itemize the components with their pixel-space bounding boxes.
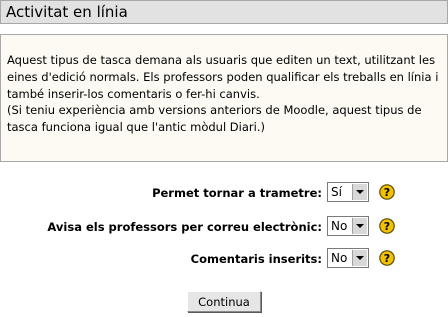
email-teachers-row: Avisa els professors per correu electròn… (0, 216, 448, 238)
email-teachers-select[interactable]: No (327, 216, 369, 236)
description-line: Aquest tipus de tasca demana als usuaris… (7, 53, 436, 67)
resubmit-select-value: Sí (331, 185, 342, 199)
description-paragraph-1: Aquest tipus de tasca demana als usuaris… (7, 52, 438, 103)
page-title: Activitat en línia (6, 3, 128, 21)
help-icon[interactable]: ? (379, 184, 395, 200)
continue-button[interactable]: Continua (187, 291, 261, 312)
resubmit-row: Permet tornar a trametre: Sí ? (0, 182, 448, 204)
email-teachers-label: Avisa els professors per correu electròn… (47, 220, 322, 234)
inline-comments-row: Comentaris inserits: No ? (0, 248, 448, 270)
resubmit-label: Permet tornar a trametre: (152, 186, 322, 200)
svg-text:?: ? (384, 252, 390, 265)
assignment-settings-page: Activitat en línia Aquest tipus de tasca… (0, 0, 448, 317)
chevron-down-icon[interactable] (352, 250, 367, 266)
svg-text:?: ? (384, 220, 390, 233)
description-line: eines d'edició normals. Els professors p… (7, 70, 439, 84)
help-icon[interactable]: ? (379, 250, 395, 266)
inline-comments-select-value: No (331, 251, 348, 265)
description-line: també inserir-los comentaris o fer-hi ca… (7, 87, 260, 101)
description-line: tasca funciona igual que l'antic mòdul D… (7, 120, 265, 134)
resubmit-select[interactable]: Sí (327, 182, 369, 202)
description-line: (Si teniu experiència amb versions anter… (7, 103, 422, 117)
chevron-down-icon[interactable] (352, 184, 367, 200)
email-teachers-select-value: No (331, 219, 348, 233)
description-paragraph-2: (Si teniu experiència amb versions anter… (7, 102, 422, 136)
description-box: Aquest tipus de tasca demana als usuaris… (0, 34, 448, 162)
svg-text:?: ? (384, 186, 390, 199)
header-bar: Activitat en línia (0, 0, 448, 24)
chevron-down-icon[interactable] (352, 218, 367, 234)
inline-comments-select[interactable]: No (327, 248, 369, 268)
help-icon[interactable]: ? (379, 218, 395, 234)
inline-comments-label: Comentaris inserits: (190, 252, 322, 266)
